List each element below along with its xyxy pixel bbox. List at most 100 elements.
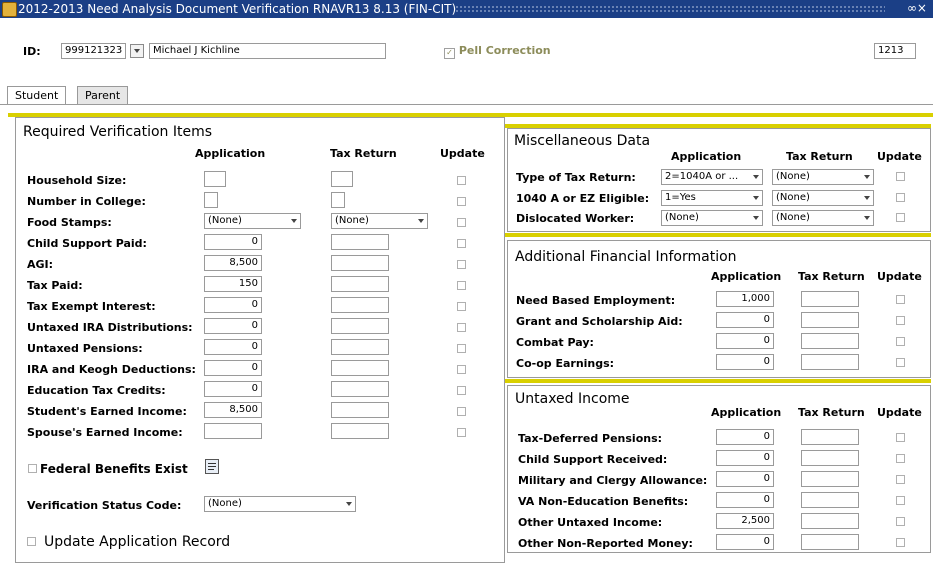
update-checkbox[interactable] — [896, 316, 905, 325]
tab-parent[interactable]: Parent — [77, 86, 129, 104]
household-size-tax[interactable] — [331, 171, 353, 187]
update-checkbox[interactable] — [896, 213, 905, 222]
id-lookup-button[interactable] — [130, 44, 144, 58]
row-label: IRA and Keogh Deductions: — [27, 363, 196, 376]
document-icon[interactable] — [205, 459, 219, 474]
update-checkbox[interactable] — [457, 365, 466, 374]
education-tax-credits-app[interactable]: 0 — [204, 381, 262, 397]
need-based-employment-tax[interactable] — [801, 291, 859, 307]
military-clergy-app[interactable]: 0 — [716, 471, 774, 487]
misc-col-application: Application — [671, 150, 742, 163]
food-stamps-app-select[interactable]: (None) — [204, 213, 301, 229]
row-label: Other Untaxed Income: — [518, 516, 663, 529]
update-checkbox[interactable] — [896, 172, 905, 181]
update-checkbox[interactable] — [457, 218, 466, 227]
tax-paid-app[interactable]: 150 — [204, 276, 262, 292]
window-controls[interactable]: ∞× — [907, 1, 927, 15]
untaxed-pensions-tax[interactable] — [331, 339, 389, 355]
tax-return-type-tax-select[interactable]: (None) — [772, 169, 874, 185]
update-checkbox[interactable] — [457, 197, 466, 206]
update-checkbox[interactable] — [457, 344, 466, 353]
agi-tax[interactable] — [331, 255, 389, 271]
untaxed-pensions-app[interactable]: 0 — [204, 339, 262, 355]
update-checkbox[interactable] — [896, 538, 905, 547]
accent-bar-untaxed — [505, 379, 931, 383]
ez-eligible-tax-select[interactable]: (None) — [772, 190, 874, 206]
combat-pay-tax[interactable] — [801, 333, 859, 349]
grant-scholarship-app[interactable]: 0 — [716, 312, 774, 328]
update-checkbox[interactable] — [896, 193, 905, 202]
military-clergy-tax[interactable] — [801, 471, 859, 487]
chevron-down-icon — [864, 216, 870, 220]
update-checkbox[interactable] — [896, 337, 905, 346]
coop-earnings-app[interactable]: 0 — [716, 354, 774, 370]
other-non-reported-app[interactable]: 0 — [716, 534, 774, 550]
other-non-reported-tax[interactable] — [801, 534, 859, 550]
child-support-tax[interactable] — [331, 234, 389, 250]
update-checkbox[interactable] — [457, 239, 466, 248]
update-checkbox[interactable] — [896, 454, 905, 463]
federal-benefits-checkbox[interactable] — [28, 464, 37, 473]
update-checkbox[interactable] — [457, 260, 466, 269]
update-checkbox[interactable] — [457, 386, 466, 395]
tax-exempt-interest-tax[interactable] — [331, 297, 389, 313]
col-application: Application — [195, 147, 266, 160]
tax-exempt-interest-app[interactable]: 0 — [204, 297, 262, 313]
grant-scholarship-tax[interactable] — [801, 312, 859, 328]
dislocated-worker-app-select[interactable]: (None) — [661, 210, 763, 226]
spouse-earned-income-tax[interactable] — [331, 423, 389, 439]
va-benefits-tax[interactable] — [801, 492, 859, 508]
ira-keogh-app[interactable]: 0 — [204, 360, 262, 376]
household-size-app[interactable] — [204, 171, 226, 187]
need-based-employment-app[interactable]: 1,000 — [716, 291, 774, 307]
update-checkbox[interactable] — [896, 496, 905, 505]
status-code-select[interactable]: (None) — [204, 496, 356, 512]
child-support-received-app[interactable]: 0 — [716, 450, 774, 466]
update-checkbox[interactable] — [896, 433, 905, 442]
pell-correction: ✓ Pell Correction — [444, 44, 551, 59]
va-benefits-app[interactable]: 0 — [716, 492, 774, 508]
update-checkbox[interactable] — [896, 295, 905, 304]
update-application-checkbox[interactable] — [27, 537, 36, 546]
food-stamps-tax-select[interactable]: (None) — [331, 213, 428, 229]
student-earned-income-tax[interactable] — [331, 402, 389, 418]
untaxed-ira-app[interactable]: 0 — [204, 318, 262, 334]
update-checkbox[interactable] — [896, 475, 905, 484]
update-checkbox[interactable] — [896, 517, 905, 526]
tax-deferred-pensions-app[interactable]: 0 — [716, 429, 774, 445]
row-label: Number in College: — [27, 195, 146, 208]
update-checkbox[interactable] — [457, 176, 466, 185]
education-tax-credits-tax[interactable] — [331, 381, 389, 397]
ez-eligible-app-select[interactable]: 1=Yes — [661, 190, 763, 206]
tax-paid-tax[interactable] — [331, 276, 389, 292]
select-value: 1=Yes — [665, 192, 696, 203]
select-value: 2=1040A or ... — [665, 171, 739, 182]
spouse-earned-income-app[interactable] — [204, 423, 262, 439]
dislocated-worker-tax-select[interactable]: (None) — [772, 210, 874, 226]
combat-pay-app[interactable]: 0 — [716, 333, 774, 349]
student-earned-income-app[interactable]: 8,500 — [204, 402, 262, 418]
tax-return-type-app-select[interactable]: 2=1040A or ... — [661, 169, 763, 185]
agi-app[interactable]: 8,500 — [204, 255, 262, 271]
update-checkbox[interactable] — [457, 323, 466, 332]
row-label: Food Stamps: — [27, 216, 112, 229]
update-checkbox[interactable] — [896, 358, 905, 367]
untaxed-ira-tax[interactable] — [331, 318, 389, 334]
term-field[interactable]: 1213 — [874, 43, 916, 59]
child-support-received-tax[interactable] — [801, 450, 859, 466]
id-input[interactable]: 999121323 — [61, 43, 126, 59]
update-checkbox[interactable] — [457, 428, 466, 437]
coop-earnings-tax[interactable] — [801, 354, 859, 370]
ira-keogh-tax[interactable] — [331, 360, 389, 376]
update-checkbox[interactable] — [457, 407, 466, 416]
other-untaxed-income-app[interactable]: 2,500 — [716, 513, 774, 529]
update-checkbox[interactable] — [457, 281, 466, 290]
number-in-college-tax[interactable] — [331, 192, 345, 208]
other-untaxed-income-tax[interactable] — [801, 513, 859, 529]
update-checkbox[interactable] — [457, 302, 466, 311]
tax-deferred-pensions-tax[interactable] — [801, 429, 859, 445]
row-label: Need Based Employment: — [516, 294, 676, 307]
child-support-app[interactable]: 0 — [204, 234, 262, 250]
tab-student[interactable]: Student — [7, 86, 67, 105]
number-in-college-app[interactable] — [204, 192, 218, 208]
